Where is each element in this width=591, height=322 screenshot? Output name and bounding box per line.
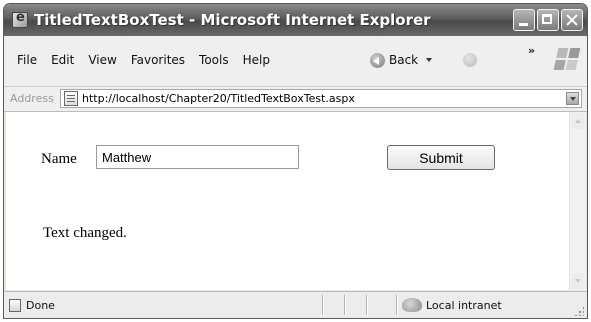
windows-logo-icon	[553, 48, 581, 70]
menu-favorites[interactable]: Favorites	[124, 53, 192, 67]
back-button[interactable]: Back	[370, 50, 433, 70]
menu-items: File Edit View Favorites Tools Help	[10, 53, 277, 67]
window-title: TitledTextBoxTest - Microsoft Internet E…	[34, 11, 431, 29]
menu-edit[interactable]: Edit	[44, 53, 81, 67]
resize-grip[interactable]	[574, 306, 584, 316]
menu-bar: File Edit View Favorites Tools Help Back…	[4, 36, 587, 87]
menu-file[interactable]: File	[10, 53, 44, 67]
menu-view[interactable]: View	[81, 53, 123, 67]
status-text: Done	[26, 299, 55, 312]
page-icon	[64, 91, 78, 106]
security-zone-label: Local intranet	[426, 299, 502, 312]
name-input[interactable]	[96, 145, 299, 169]
submit-button[interactable]: Submit	[387, 145, 495, 170]
browser-window: TitledTextBoxTest - Microsoft Internet E…	[3, 3, 588, 319]
status-divider	[366, 295, 367, 315]
address-label: Address	[10, 92, 54, 105]
back-dropdown-icon[interactable]	[426, 58, 433, 62]
page-done-icon	[9, 299, 21, 312]
menu-tools[interactable]: Tools	[192, 53, 236, 67]
status-bar: Done Local intranet	[4, 291, 587, 318]
maximize-button[interactable]	[537, 9, 559, 31]
vertical-scrollbar[interactable]	[569, 112, 586, 290]
address-bar: Address http://localhost/Chapter20/Title…	[4, 87, 587, 112]
address-url[interactable]: http://localhost/Chapter20/TitledTextBox…	[82, 92, 355, 105]
ie-app-icon	[12, 10, 28, 28]
address-field[interactable]: http://localhost/Chapter20/TitledTextBox…	[60, 89, 582, 108]
menu-help[interactable]: Help	[236, 53, 277, 67]
intranet-globe-icon	[402, 298, 422, 312]
back-label: Back	[389, 53, 419, 67]
toolbar-overflow-chevron[interactable]: »	[528, 44, 535, 57]
status-divider	[396, 295, 397, 315]
address-dropdown-button[interactable]	[566, 92, 579, 105]
back-arrow-icon	[370, 52, 385, 68]
minimize-button[interactable]	[513, 9, 535, 31]
status-divider	[344, 295, 345, 315]
forward-button[interactable]	[463, 53, 477, 67]
scroll-down-arrow-icon[interactable]	[571, 273, 585, 289]
name-label: Name	[41, 151, 77, 167]
title-bar[interactable]: TitledTextBoxTest - Microsoft Internet E…	[4, 4, 587, 36]
scroll-up-arrow-icon[interactable]	[571, 113, 585, 129]
page-content: Name Submit Text changed.	[6, 112, 569, 290]
status-message: Text changed.	[43, 225, 127, 241]
close-button[interactable]	[561, 9, 583, 31]
status-divider	[322, 295, 323, 315]
